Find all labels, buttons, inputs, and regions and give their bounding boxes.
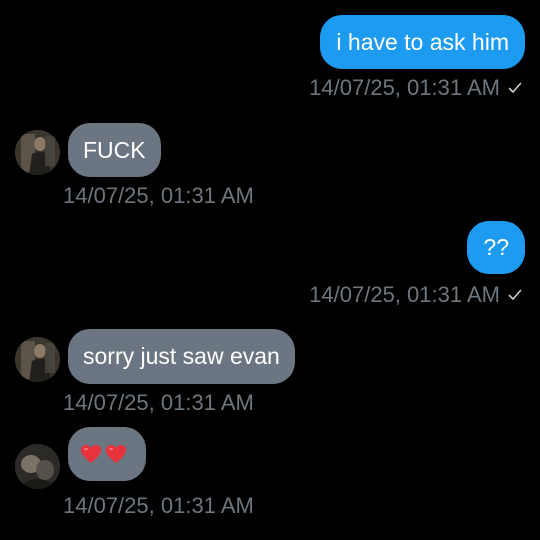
incoming-message-bubble[interactable] [68, 427, 146, 481]
heart-icon [81, 444, 101, 464]
message-text: FUCK [83, 136, 146, 163]
message-timestamp: 14/07/25, 01:31 AM [63, 185, 254, 207]
timestamp-text: 14/07/25, 01:31 AM [309, 75, 500, 100]
avatar[interactable] [15, 130, 60, 175]
message-emoji [80, 444, 130, 464]
check-icon [508, 289, 522, 300]
outgoing-message-bubble[interactable]: i have to ask him [320, 15, 525, 69]
check-icon [508, 82, 522, 93]
message-timestamp: 14/07/25, 01:31 AM [309, 77, 522, 99]
avatar-photo [15, 130, 60, 175]
avatar[interactable] [15, 444, 60, 489]
avatar[interactable] [15, 337, 60, 382]
message-timestamp: 14/07/25, 01:31 AM [63, 392, 254, 414]
incoming-message-bubble[interactable]: FUCK [68, 123, 161, 177]
avatar-photo [15, 337, 60, 382]
avatar-photo [15, 444, 60, 489]
message-thread[interactable]: i have to ask him 14/07/25, 01:31 AM FUC… [0, 0, 540, 540]
message-text: sorry just saw evan [83, 343, 280, 369]
outgoing-message-bubble[interactable]: ?? [467, 221, 525, 274]
timestamp-text: 14/07/25, 01:31 AM [63, 493, 254, 518]
timestamp-text: 14/07/25, 01:31 AM [63, 390, 254, 415]
message-text: i have to ask him [336, 28, 509, 55]
message-timestamp: 14/07/25, 01:31 AM [63, 495, 254, 517]
incoming-message-bubble[interactable]: sorry just saw evan [68, 329, 295, 384]
timestamp-text: 14/07/25, 01:31 AM [309, 282, 500, 307]
message-text: ?? [483, 234, 509, 260]
timestamp-text: 14/07/25, 01:31 AM [63, 183, 254, 208]
message-timestamp: 14/07/25, 01:31 AM [309, 284, 522, 306]
heart-icon [106, 444, 126, 464]
